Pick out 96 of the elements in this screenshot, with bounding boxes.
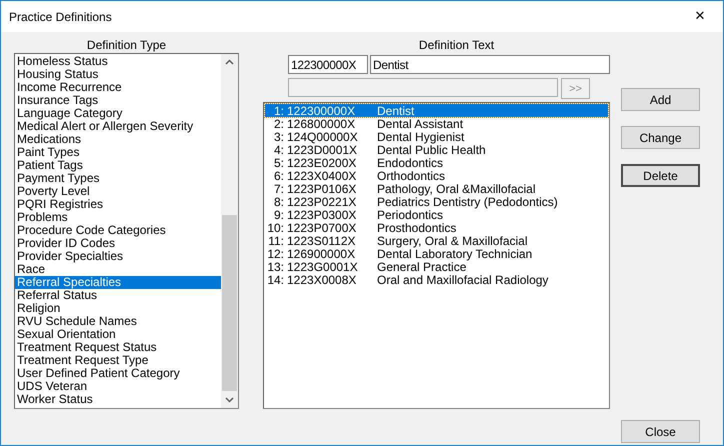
row-code: 1223X0008X [287, 272, 358, 286]
row-number: 9: [272, 208, 285, 222]
row-text: Dentist [377, 104, 414, 118]
definition-row[interactable]: 9: 1223P0300X Periodontics [265, 208, 608, 221]
row-text: Pediatrics Dentistry (Pedodontics) [377, 194, 558, 208]
definition-row[interactable]: 6: 1223X0400X Orthodontics [265, 169, 608, 182]
row-code: 1223P0700X [287, 220, 358, 234]
row-text: Oral and Maxillofacial Radiology [377, 272, 548, 286]
row-text: Prosthodontics [377, 220, 456, 234]
list-item[interactable]: Problems [15, 211, 221, 224]
list-item[interactable]: Poverty Level [15, 185, 221, 198]
list-item[interactable]: Homeless Status [15, 55, 221, 68]
definition-type-list[interactable] [14, 53, 239, 409]
row-number: 11: [267, 234, 285, 248]
list-item[interactable]: Provider ID Codes [15, 237, 221, 250]
row-code: 1223P0221X [287, 194, 358, 208]
definition-row[interactable]: 8: 1223P0221X Pediatrics Dentistry (Pedodontics) [265, 195, 608, 208]
list-item[interactable]: Housing Status [15, 68, 221, 81]
row-code: 126800000X [287, 116, 356, 130]
row-number: 14: [266, 272, 285, 286]
row-code: 1223P0300X [287, 208, 358, 222]
row-code: 1223P0106X [287, 182, 358, 196]
row-text: Orthodontics [377, 168, 446, 182]
name-field[interactable]: Dentist [370, 55, 610, 74]
row-code: 1223D0001X [287, 142, 358, 156]
row-text: Surgery, Oral & Maxillofacial [377, 234, 528, 248]
scroll-thumb[interactable] [222, 215, 237, 391]
row-code: 1223E0200X [287, 156, 358, 170]
definition-row[interactable]: 10: 1223P0700X Prosthodontics [265, 221, 608, 234]
definition-row[interactable]: 12: 126900000X Dental Laboratory Technician [265, 247, 608, 260]
row-number: 1: [272, 104, 285, 118]
row-number: 5: [272, 156, 285, 170]
list-item[interactable]: Treatment Request Status [15, 341, 221, 354]
list-item[interactable]: Religion [15, 302, 221, 315]
definition-row[interactable]: 14: 1223X0008X Oral and Maxillofacial Radiology [265, 273, 608, 286]
list-item[interactable]: Provider Specialties [15, 250, 221, 263]
definition-row[interactable]: 4: 1223D0001X Dental Public Health [265, 143, 608, 156]
row-code: 1223G0001X [287, 260, 359, 274]
definition-row[interactable]: 2: 126800000X Dental Assistant [265, 117, 608, 130]
row-number: 12: [266, 246, 285, 260]
list-item[interactable]: UDS Veteran [15, 380, 221, 393]
row-text: Pathology, Oral &Maxillofacial [377, 182, 536, 196]
definition-row[interactable]: 5: 1223E0200X Endodontics [265, 156, 608, 169]
row-text: Dental Public Health [377, 142, 486, 156]
row-number: 2: [272, 116, 285, 130]
definition-type-label: Definition Type [86, 38, 166, 52]
list-item[interactable]: Medical Alert or Allergen Severity [15, 120, 221, 133]
row-code: 1223S0112X [287, 234, 357, 248]
list-item[interactable]: Worker Status [15, 393, 221, 406]
row-code: 126900000X [287, 246, 356, 260]
list-item[interactable]: Income Recurrence [15, 81, 221, 94]
definition-row[interactable]: 13: 1223G0001X General Practice [265, 260, 608, 273]
definition-list[interactable] [263, 102, 610, 409]
row-text: Dental Assistant [377, 116, 464, 130]
row-text: Periodontics [377, 208, 444, 222]
close-dialog-button[interactable]: Close [621, 420, 700, 443]
row-number: 7: [272, 182, 285, 196]
definition-row[interactable]: 11: 1223S0112X Surgery, Oral & Maxillofacial [265, 234, 608, 247]
row-number: 3: [272, 130, 285, 144]
row-text: Dental Laboratory Technician [377, 246, 532, 260]
row-text: Dental Hygienist [377, 130, 464, 144]
list-item[interactable]: PQRI Registries [15, 198, 221, 211]
row-number: 13: [266, 260, 285, 274]
row-code: 1223X0400X [287, 168, 358, 182]
list-item[interactable]: Language Category [15, 107, 221, 120]
list-item[interactable]: Referral Specialties [15, 276, 221, 289]
row-code: 122300000X [287, 104, 356, 118]
action-button[interactable]: Delete [621, 164, 700, 187]
row-number: 6: [272, 168, 285, 182]
definition-row[interactable]: 7: 1223P0106X Pathology, Oral &Maxillofacial [265, 182, 608, 195]
list-item[interactable]: Treatment Request Type [15, 354, 221, 367]
list-item[interactable]: User Defined Patient Category [15, 367, 221, 380]
definition-text-label: Definition Text [418, 38, 494, 52]
list-item[interactable]: Medications [15, 133, 221, 146]
list-item[interactable]: Insurance Tags [15, 94, 221, 107]
row-text: Endodontics [377, 156, 444, 170]
list-item[interactable]: Referral Status [15, 289, 221, 302]
list-item[interactable]: Sexual Orientation [15, 328, 221, 341]
definition-row[interactable]: 3: 124Q00000X Dental Hygienist [265, 130, 608, 143]
window-title: Practice Definitions [9, 10, 112, 24]
list-item[interactable]: Paint Types [15, 146, 221, 159]
row-number: 8: [272, 194, 285, 208]
row-code: 124Q00000X [287, 130, 359, 144]
list-item[interactable]: RVU Schedule Names [15, 315, 221, 328]
row-text: General Practice [377, 260, 466, 274]
list-item[interactable]: Patient Tags [15, 159, 221, 172]
action-button[interactable]: Change [621, 126, 700, 149]
list-item[interactable]: Payment Types [15, 172, 221, 185]
definition-row[interactable]: 1: 122300000X Dentist [265, 104, 608, 117]
row-number: 4: [272, 142, 285, 156]
list-item[interactable]: Race [15, 263, 221, 276]
code-field[interactable]: 122300000X [288, 55, 368, 74]
action-button[interactable]: Add [621, 88, 700, 111]
scrollbar[interactable] [221, 54, 238, 408]
list-item[interactable]: Procedure Code Categories [15, 224, 221, 237]
row-number: 10: [266, 220, 285, 234]
